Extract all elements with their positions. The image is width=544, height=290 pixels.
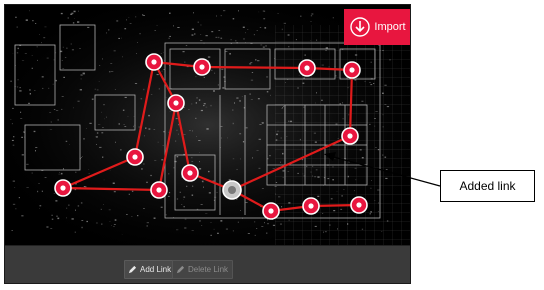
path-node-selected[interactable] — [222, 180, 242, 200]
callout-box: Added link — [440, 170, 535, 202]
delete-link-button[interactable]: Delete Link — [172, 260, 234, 279]
callout-label: Added link — [459, 179, 516, 193]
path-node[interactable] — [181, 164, 199, 182]
path-node[interactable] — [302, 197, 320, 215]
path-node[interactable] — [350, 196, 368, 214]
map-editor-window: Add Link Delete Link Import — [4, 4, 411, 284]
path-node[interactable] — [167, 94, 185, 112]
pencil-icon — [176, 265, 185, 274]
import-button[interactable]: Import — [344, 9, 410, 45]
path-node[interactable] — [262, 202, 280, 220]
pencil-icon — [128, 265, 137, 274]
path-node[interactable] — [298, 59, 316, 77]
path-node[interactable] — [150, 181, 168, 199]
path-node[interactable] — [193, 58, 211, 76]
download-arrow-icon — [350, 17, 371, 37]
path-node[interactable] — [145, 53, 163, 71]
import-label: Import — [374, 21, 406, 33]
bottom-toolbar: Add Link Delete Link — [5, 245, 410, 283]
add-link-button[interactable]: Add Link — [124, 260, 177, 279]
path-node[interactable] — [54, 179, 72, 197]
path-node[interactable] — [341, 127, 359, 145]
delete-link-label: Delete Link — [188, 265, 229, 274]
add-link-label: Add Link — [140, 265, 172, 274]
figure: Add Link Delete Link Import Added link — [0, 0, 544, 290]
path-node[interactable] — [343, 61, 361, 79]
path-node[interactable] — [126, 148, 144, 166]
path-link[interactable] — [201, 65, 308, 70]
